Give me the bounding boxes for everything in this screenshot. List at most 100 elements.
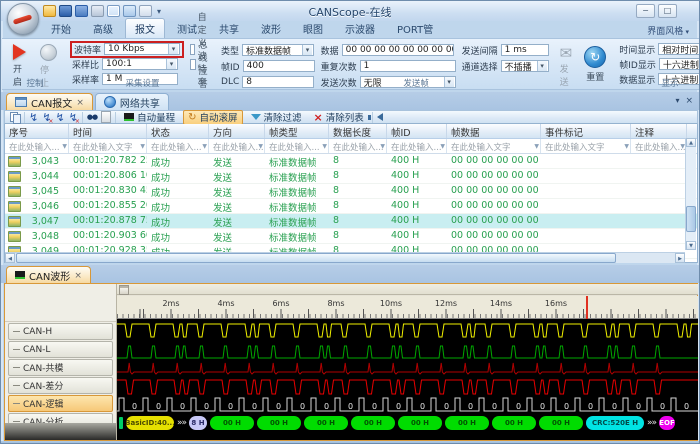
search-icon[interactable]: ●● bbox=[87, 111, 97, 123]
column-header[interactable]: 帧数据 bbox=[447, 124, 541, 138]
clear-filter-button[interactable]: 清除过滤 bbox=[247, 111, 306, 124]
column-header[interactable]: 注释 bbox=[631, 124, 687, 138]
ribbon-tab[interactable]: 波形 bbox=[251, 18, 291, 38]
panel-menu-icon[interactable] bbox=[675, 88, 679, 107]
scroll-handle-icon[interactable] bbox=[119, 285, 129, 295]
column-filter[interactable]: 在此处输入... bbox=[387, 139, 447, 153]
prev-frame-icon[interactable]: ↯× bbox=[42, 111, 51, 124]
close-tab-icon[interactable] bbox=[76, 97, 84, 108]
scroll-left-icon[interactable]: ◀ bbox=[5, 253, 15, 263]
column-filter[interactable]: 在此处输入... bbox=[329, 139, 387, 153]
filter-placeholder: 在此处输入... bbox=[213, 143, 264, 153]
send-interval-input[interactable]: 1 ms bbox=[501, 44, 549, 56]
tab-network-share[interactable]: 网络共享 bbox=[95, 93, 169, 110]
time-display-select[interactable]: 相对时间 bbox=[658, 43, 700, 55]
filter-funnel-icon[interactable] bbox=[140, 141, 145, 151]
tab-can-messages[interactable]: CAN报文 bbox=[6, 93, 93, 110]
filter-funnel-icon[interactable] bbox=[202, 141, 207, 151]
repeat-count-input[interactable]: 1 bbox=[360, 60, 456, 72]
ribbon-tab[interactable]: 报文 bbox=[125, 18, 165, 38]
table-row[interactable]: 3,04600:01:20.855 204成功发送标准数据帧8400 H00 0… bbox=[5, 199, 697, 214]
filter-funnel-icon[interactable] bbox=[380, 141, 385, 151]
column-filter[interactable]: 在此处输入... bbox=[209, 139, 265, 153]
logic-bit-label: 0 bbox=[396, 402, 401, 411]
ribbon-tab[interactable]: 开始 bbox=[41, 18, 81, 38]
frame-type-select[interactable]: 标准数据帧 bbox=[242, 44, 314, 56]
filter-funnel-icon[interactable] bbox=[534, 141, 539, 151]
frame-id-input[interactable]: 400 bbox=[243, 60, 315, 72]
scroll-up-icon[interactable]: ▲ bbox=[686, 138, 696, 147]
horizontal-scrollbar[interactable]: ◀ ▶ bbox=[5, 252, 685, 263]
ribbon-tab[interactable]: PORT管 bbox=[387, 18, 443, 38]
maximize-button[interactable]: □ bbox=[658, 4, 677, 18]
panel-close-icon[interactable] bbox=[685, 88, 693, 107]
filter-funnel-icon[interactable] bbox=[322, 141, 327, 151]
channel-select[interactable]: 不插播 bbox=[501, 60, 549, 72]
export-icon[interactable] bbox=[101, 111, 111, 123]
app-logo-icon[interactable] bbox=[7, 3, 39, 35]
clear-list-button[interactable]: 清除列表 bbox=[310, 111, 368, 124]
cursor-marker[interactable] bbox=[586, 296, 588, 319]
filter-funnel-icon[interactable] bbox=[258, 141, 263, 151]
ribbon-tab[interactable]: 眼图 bbox=[293, 18, 333, 38]
last-frame-icon[interactable]: ↯× bbox=[69, 111, 78, 124]
filter-funnel-icon[interactable] bbox=[440, 141, 445, 151]
channel-button[interactable]: CAN-逻辑 bbox=[8, 395, 113, 412]
channel-button[interactable]: CAN-差分 bbox=[8, 377, 113, 394]
column-header[interactable]: 方向 bbox=[209, 124, 265, 138]
column-filter[interactable]: 在此处输入... bbox=[265, 139, 329, 153]
table-row[interactable]: 3,04300:01:20.782 254成功发送标准数据帧8400 H00 0… bbox=[5, 154, 697, 169]
copy-icon[interactable] bbox=[10, 112, 20, 123]
column-filter[interactable]: 在此处输入... bbox=[631, 139, 687, 153]
table-row[interactable]: 3,04400:01:20.806 104成功发送标准数据帧8400 H00 0… bbox=[5, 169, 697, 184]
table-row[interactable]: 3,04700:01:20.878 754成功发送标准数据帧8400 H00 0… bbox=[5, 214, 697, 229]
column-header[interactable]: 帧ID bbox=[387, 124, 447, 138]
column-filter[interactable]: 在此处输入... bbox=[5, 139, 69, 153]
filter-funnel-icon[interactable] bbox=[624, 141, 629, 151]
sample-ratio-select[interactable]: 100:1 bbox=[102, 58, 178, 70]
ribbon-tab[interactable]: 共享 bbox=[209, 18, 249, 38]
waveform-scroll-strip[interactable] bbox=[117, 284, 698, 295]
column-header[interactable]: 事件标记 bbox=[541, 124, 631, 138]
auto-scroll-button[interactable]: 自动滚屏 bbox=[183, 110, 242, 125]
table-row[interactable]: 3,04800:01:20.903 604成功发送标准数据帧8400 H00 0… bbox=[5, 229, 697, 244]
first-frame-icon[interactable]: ↯ bbox=[29, 111, 38, 124]
channel-button[interactable]: CAN-共模 bbox=[8, 359, 113, 376]
cell-dir: 发送 bbox=[209, 199, 265, 213]
scroll-thumb[interactable] bbox=[686, 206, 696, 232]
column-header[interactable]: 序号 bbox=[5, 124, 69, 138]
scroll-right-icon[interactable]: ▶ bbox=[675, 253, 685, 263]
tree-line bbox=[13, 403, 20, 404]
id-display-select[interactable]: 十六进制 bbox=[659, 58, 700, 70]
next-frame-icon[interactable]: ↯ bbox=[55, 111, 64, 124]
ribbon-tab[interactable]: 示波器 bbox=[335, 18, 385, 38]
minimize-button[interactable]: − bbox=[636, 4, 655, 18]
column-filter[interactable]: 在此处输入文字 bbox=[541, 139, 631, 153]
table-row[interactable]: 3,04500:01:20.830 454成功发送标准数据帧8400 H00 0… bbox=[5, 184, 697, 199]
column-filter[interactable]: 在此处输入... bbox=[147, 139, 209, 153]
column-filter[interactable]: 在此处输入文字 bbox=[447, 139, 541, 153]
scroll-thumb[interactable] bbox=[16, 253, 616, 263]
column-header[interactable]: 帧类型 bbox=[265, 124, 329, 138]
ribbon-tab[interactable]: 高级 bbox=[83, 18, 123, 38]
cell-time: 00:01:20.782 254 bbox=[69, 154, 147, 168]
time-ruler[interactable]: 2ms4ms6ms8ms10ms12ms14ms16ms bbox=[117, 296, 698, 319]
column-header[interactable]: 时间 bbox=[69, 124, 147, 138]
bus-ack-checkbox[interactable]: 总线应答 bbox=[190, 57, 213, 71]
channel-button[interactable]: CAN-L bbox=[8, 341, 113, 358]
vertical-scrollbar[interactable]: ▲ ▼ bbox=[685, 138, 696, 250]
column-header[interactable]: 数据长度 bbox=[329, 124, 387, 138]
channel-button[interactable]: CAN-H bbox=[8, 323, 113, 340]
cell-event bbox=[541, 199, 631, 213]
frame-data-input[interactable]: 00 00 00 00 00 00 00 00 bbox=[342, 44, 454, 56]
speaker-icon[interactable] bbox=[377, 113, 383, 121]
interface-style-button[interactable]: 界面风格 bbox=[647, 24, 689, 37]
auto-range-button[interactable]: 自动量程 bbox=[120, 111, 179, 124]
filter-funnel-icon[interactable] bbox=[62, 141, 67, 151]
scroll-down-icon[interactable]: ▼ bbox=[686, 241, 696, 250]
baud-select[interactable]: 10 Kbps bbox=[104, 43, 180, 55]
column-header[interactable]: 状态 bbox=[147, 124, 209, 138]
column-filter[interactable]: 在此处输入文字 bbox=[69, 139, 147, 153]
close-tab-icon[interactable] bbox=[74, 270, 82, 281]
tab-can-waveform[interactable]: CAN波形 bbox=[6, 266, 91, 283]
